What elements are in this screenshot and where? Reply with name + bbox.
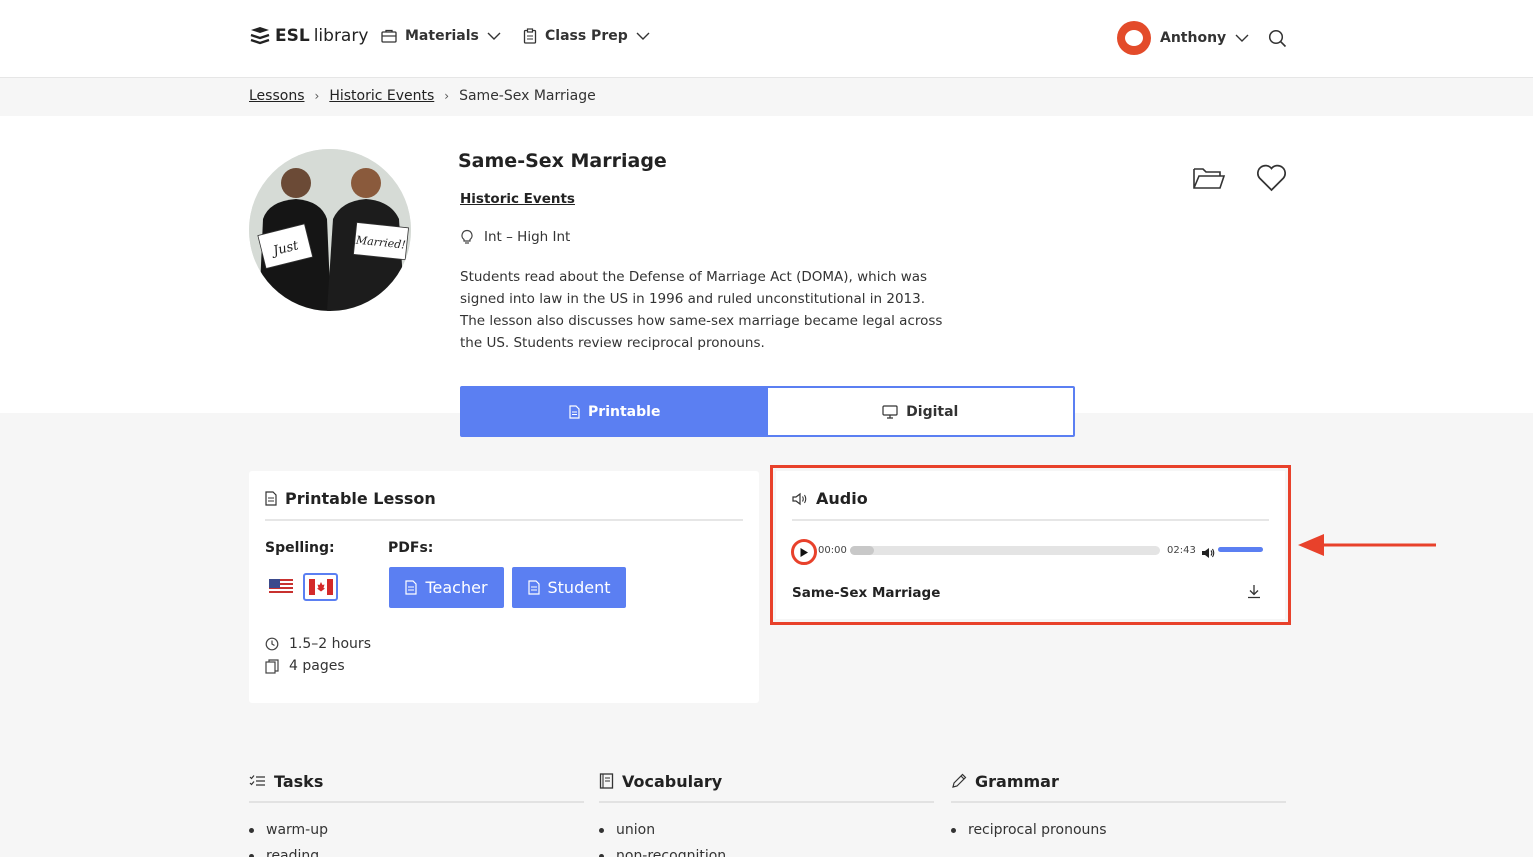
lesson-duration-text: 1.5–2 hours bbox=[289, 636, 371, 652]
lesson-level: Int – High Int bbox=[460, 229, 570, 245]
list-item: non-recognition bbox=[599, 843, 934, 857]
us-flag-icon[interactable] bbox=[269, 579, 293, 595]
divider bbox=[249, 801, 584, 803]
tasks-list: warm-up reading bbox=[249, 817, 584, 857]
lesson-duration: 1.5–2 hours bbox=[265, 636, 371, 652]
grammar-heading: Grammar bbox=[951, 770, 1286, 792]
chevron-down-icon bbox=[1235, 34, 1249, 42]
vocabulary-list: union non-recognition bbox=[599, 817, 934, 857]
canada-flag-icon bbox=[309, 579, 333, 595]
breadcrumb-current: Same-Sex Marriage bbox=[459, 88, 596, 104]
list-item-text: non-recognition bbox=[616, 848, 727, 857]
list-item-text: warm-up bbox=[266, 822, 328, 838]
checklist-icon bbox=[249, 775, 265, 786]
nav-class-prep-label: Class Prep bbox=[545, 28, 628, 44]
printable-lesson-heading: Printable Lesson bbox=[265, 489, 436, 508]
book-icon bbox=[599, 773, 614, 789]
divider bbox=[265, 519, 743, 521]
student-pdf-label: Student bbox=[547, 578, 611, 597]
list-item-text: reciprocal pronouns bbox=[968, 822, 1107, 838]
lesson-title: Same-Sex Marriage bbox=[458, 150, 667, 172]
divider bbox=[599, 801, 934, 803]
lesson-pages-text: 4 pages bbox=[289, 658, 345, 674]
pdfs-label: PDFs: bbox=[388, 540, 434, 556]
printable-lesson-card: Printable Lesson Spelling: PDFs: Teacher… bbox=[249, 471, 759, 703]
list-item: union bbox=[599, 817, 934, 843]
tasks-heading: Tasks bbox=[249, 770, 584, 792]
format-toggle: Printable Digital bbox=[460, 386, 1075, 437]
teacher-pdf-button[interactable]: Teacher bbox=[389, 567, 504, 608]
vocabulary-column: Vocabulary union non-recognition bbox=[599, 770, 934, 857]
tab-printable-label: Printable bbox=[588, 403, 661, 420]
divider bbox=[951, 801, 1286, 803]
document-icon bbox=[405, 580, 418, 595]
lesson-description: Students read about the Defense of Marri… bbox=[460, 269, 943, 351]
tasks-title: Tasks bbox=[274, 771, 324, 791]
pages-icon bbox=[265, 658, 279, 674]
breadcrumb-historic-events[interactable]: Historic Events bbox=[329, 88, 434, 104]
briefcase-icon bbox=[381, 29, 397, 43]
top-header: ESL library Materials Class Prep Anthony bbox=[0, 0, 1533, 78]
list-item-text: reading bbox=[266, 848, 320, 857]
annotation-arrow-icon bbox=[1298, 534, 1436, 556]
clipboard-icon bbox=[523, 28, 537, 44]
lesson-level-text: Int – High Int bbox=[484, 229, 571, 245]
lesson-pages: 4 pages bbox=[265, 658, 345, 674]
document-icon bbox=[527, 580, 540, 595]
logo-suffix: library bbox=[313, 26, 369, 46]
vocabulary-heading: Vocabulary bbox=[599, 770, 934, 792]
document-icon bbox=[569, 404, 580, 419]
tasks-column: Tasks warm-up reading bbox=[249, 770, 584, 857]
lesson-hero bbox=[0, 116, 1533, 413]
list-item: warm-up bbox=[249, 817, 584, 843]
teacher-pdf-label: Teacher bbox=[425, 578, 488, 597]
tab-digital-label: Digital bbox=[906, 403, 959, 420]
audio-highlight-box bbox=[770, 465, 1291, 625]
breadcrumb-lessons[interactable]: Lessons bbox=[249, 88, 305, 104]
nav-materials[interactable]: Materials bbox=[381, 28, 501, 44]
list-item: reading bbox=[249, 843, 584, 857]
logo-icon bbox=[250, 27, 270, 45]
vocabulary-title: Vocabulary bbox=[622, 771, 723, 791]
logo-brand: ESL bbox=[275, 26, 310, 46]
printable-lesson-title: Printable Lesson bbox=[285, 489, 436, 508]
document-icon bbox=[265, 491, 277, 506]
chevron-down-icon bbox=[487, 32, 501, 40]
clock-icon bbox=[265, 637, 279, 651]
lesson-category-link[interactable]: Historic Events bbox=[460, 191, 575, 207]
spelling-label: Spelling: bbox=[265, 540, 335, 556]
add-to-folder-button[interactable] bbox=[1192, 165, 1226, 195]
breadcrumb-separator-icon: › bbox=[314, 89, 320, 103]
nav-class-prep[interactable]: Class Prep bbox=[523, 28, 650, 44]
list-item-text: union bbox=[616, 822, 656, 838]
search-icon bbox=[1268, 29, 1287, 48]
user-name: Anthony bbox=[1160, 30, 1227, 46]
esl-library-logo[interactable]: ESL library bbox=[249, 26, 368, 46]
grammar-list: reciprocal pronouns bbox=[951, 817, 1286, 843]
tab-digital[interactable]: Digital bbox=[768, 388, 1074, 435]
folder-open-icon bbox=[1193, 168, 1226, 189]
avatar bbox=[1117, 21, 1151, 55]
search-button[interactable] bbox=[1268, 29, 1287, 52]
breadcrumb-separator-icon: › bbox=[444, 89, 450, 103]
nav-materials-label: Materials bbox=[405, 28, 479, 44]
monitor-icon bbox=[882, 404, 898, 419]
grammar-title: Grammar bbox=[975, 771, 1059, 791]
chevron-down-icon bbox=[636, 32, 650, 40]
favorite-button[interactable] bbox=[1256, 164, 1287, 196]
list-item: reciprocal pronouns bbox=[951, 817, 1286, 843]
heart-icon bbox=[1257, 164, 1286, 192]
lesson-image: Just Married! bbox=[249, 149, 411, 311]
pencil-icon bbox=[952, 773, 967, 788]
user-menu[interactable]: Anthony bbox=[1117, 21, 1249, 55]
breadcrumb: Lessons › Historic Events › Same-Sex Mar… bbox=[249, 88, 596, 104]
canada-flag-selected[interactable] bbox=[303, 573, 338, 601]
tab-printable[interactable]: Printable bbox=[462, 388, 768, 435]
student-pdf-button[interactable]: Student bbox=[512, 567, 626, 608]
lightbulb-icon bbox=[461, 229, 473, 244]
grammar-column: Grammar reciprocal pronouns bbox=[951, 770, 1286, 843]
